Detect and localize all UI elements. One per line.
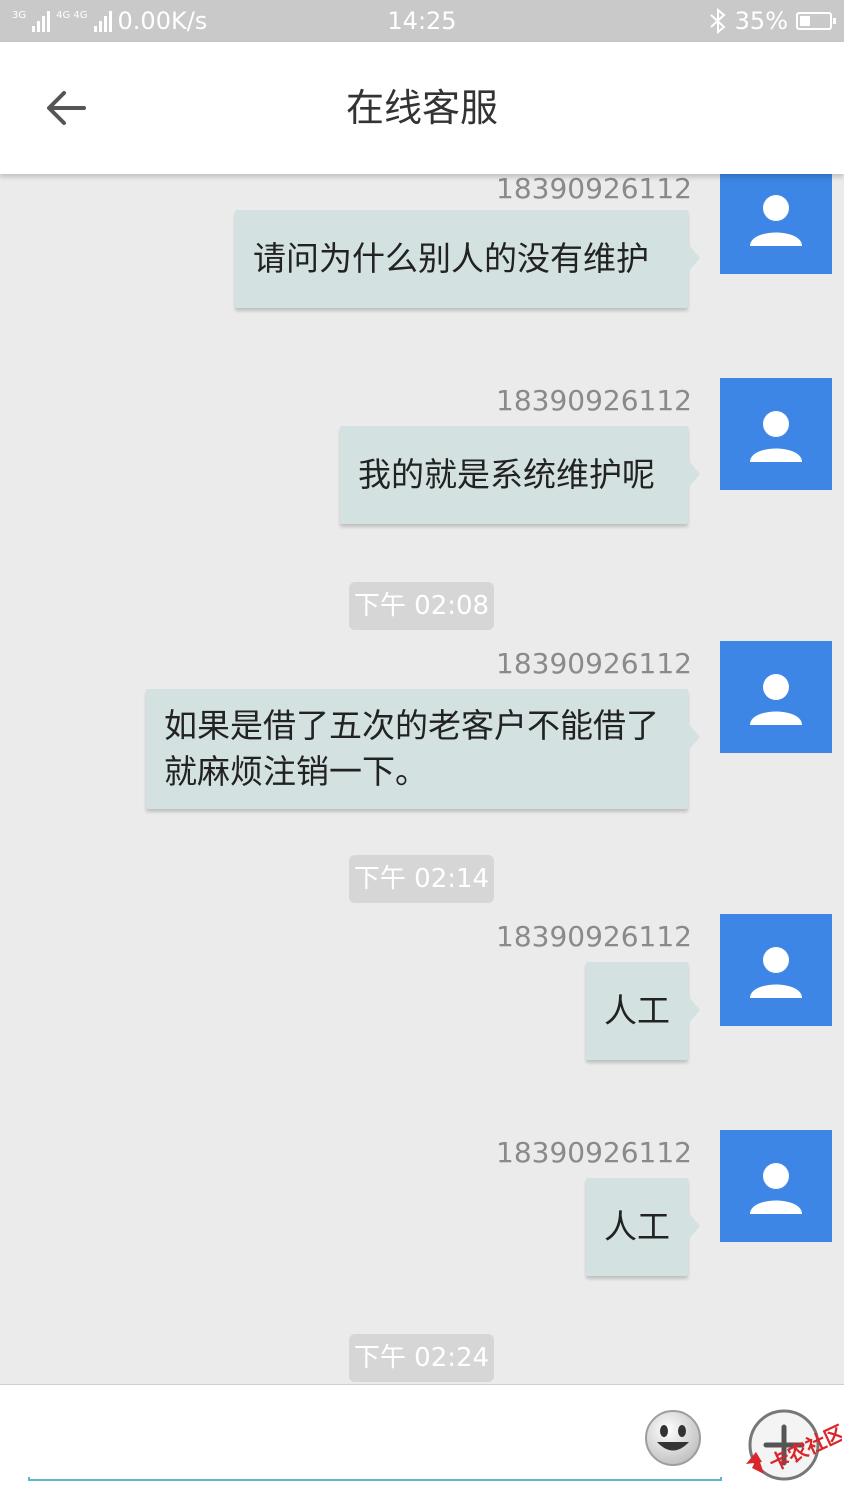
message-bubble[interactable]: 请问为什么别人的没有维护 — [235, 210, 700, 308]
message-sender: 18390926112 — [496, 647, 692, 680]
person-icon — [750, 947, 802, 998]
message-sender: 18390926112 — [496, 920, 692, 953]
person-icon — [750, 674, 802, 725]
timestamp-badge: 下午 02:08 — [349, 582, 494, 630]
message-sender: 18390926112 — [496, 1136, 692, 1169]
emoji-button[interactable] — [644, 1409, 702, 1467]
app-header: 在线客服 — [0, 42, 844, 174]
watermark-logo: 卡农社区 — [742, 1404, 844, 1480]
user-avatar[interactable] — [720, 378, 832, 490]
status-right: 35% — [709, 0, 836, 42]
input-underline — [28, 1477, 722, 1481]
chat-list[interactable]: 18390926112 请问为什么别人的没有维护 18390926112 我的就… — [0, 174, 844, 1384]
message-bubble[interactable]: 如果是借了五次的老客户不能借了就麻烦注销一下。 — [146, 689, 700, 809]
watermark-text: 卡农社区 — [766, 1420, 842, 1476]
person-icon — [750, 195, 802, 246]
person-icon — [750, 411, 802, 462]
watermark-logo-icon: 卡农社区 — [746, 1420, 844, 1476]
page-title: 在线客服 — [345, 86, 498, 130]
message-bubble[interactable]: 人工 — [586, 962, 700, 1060]
battery-fill — [800, 16, 810, 26]
battery-percent: 35% — [734, 7, 788, 35]
message-sender: 18390926112 — [496, 174, 692, 205]
status-bar: 3G 4G 4G 0.00K/s 14:25 35% — [0, 0, 844, 42]
timestamp-badge: 下午 02:14 — [349, 855, 494, 903]
user-avatar[interactable] — [720, 174, 832, 274]
timestamp-badge: 下午 02:24 — [349, 1334, 494, 1382]
user-avatar[interactable] — [720, 1130, 832, 1242]
chat-screen: 3G 4G 4G 0.00K/s 14:25 35% 在线客服 18390926… — [0, 0, 844, 1500]
smiley-icon — [645, 1410, 701, 1466]
person-icon — [750, 1163, 802, 1214]
message-bubble[interactable]: 我的就是系统维护呢 — [340, 426, 700, 524]
user-avatar[interactable] — [720, 914, 832, 1026]
bluetooth-icon — [709, 8, 726, 34]
message-sender: 18390926112 — [496, 384, 692, 417]
input-bar — [0, 1384, 844, 1500]
message-input[interactable] — [28, 1399, 628, 1479]
user-avatar[interactable] — [720, 641, 832, 753]
battery-icon — [796, 12, 836, 30]
message-bubble[interactable]: 人工 — [586, 1178, 700, 1276]
